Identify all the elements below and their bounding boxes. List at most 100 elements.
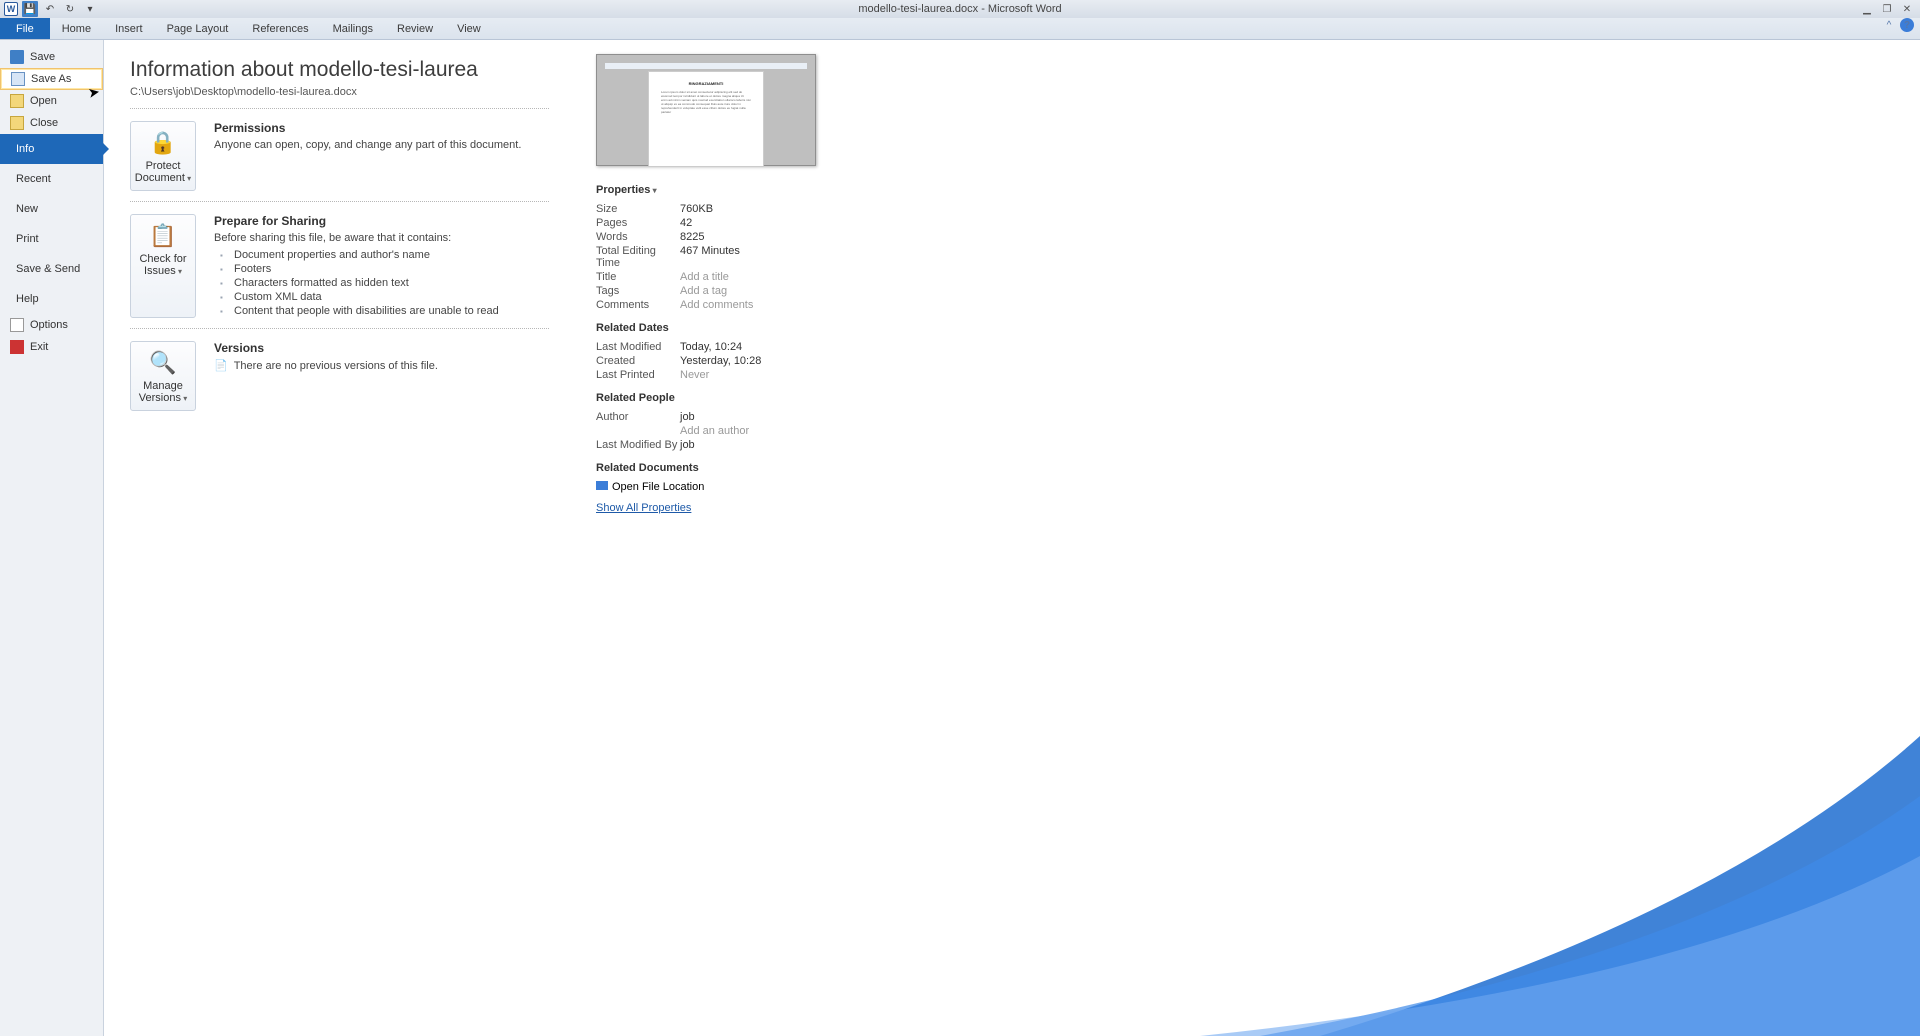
property-row: Add an author	[596, 424, 1920, 438]
versions-section: 🔍 Manage Versions Versions 📄 There are no…	[130, 341, 549, 411]
sidebar-help-label: Help	[16, 293, 39, 305]
show-all-properties-link[interactable]: Show All Properties	[596, 502, 691, 514]
close-icon	[10, 116, 24, 130]
permissions-section: 🔒 Protect Document Permissions Anyone ca…	[130, 121, 549, 191]
property-row: Size760KB	[596, 202, 1920, 216]
title-bar: W 💾 ↶ ↻ ▾ modello-tesi-laurea.docx - Mic…	[0, 0, 1920, 18]
tab-file[interactable]: File	[0, 18, 50, 39]
help-icon[interactable]: ?	[1900, 18, 1914, 32]
save-as-icon	[11, 72, 25, 86]
divider	[130, 201, 549, 202]
list-item: Footers	[218, 262, 499, 276]
property-row: Last PrintedNever	[596, 368, 1920, 382]
prop-value[interactable]: Add comments	[680, 299, 753, 311]
property-row: Last Modified Byjob	[596, 438, 1920, 452]
window-title: modello-tesi-laurea.docx - Microsoft Wor…	[858, 3, 1061, 15]
sidebar-item-help[interactable]: Help	[0, 284, 103, 314]
minimize-button[interactable]: ▁	[1858, 2, 1876, 16]
properties-pane: RINGRAZIAMENTI Lorem ipsum dolor sit ame…	[574, 40, 1920, 1036]
divider	[130, 108, 549, 109]
prop-value: job	[680, 411, 695, 423]
sidebar-info-label: Info	[16, 143, 34, 155]
property-row: Total Editing Time467 Minutes	[596, 244, 1920, 270]
sidebar-item-save[interactable]: Save	[0, 46, 103, 68]
qat-redo-icon[interactable]: ↻	[62, 1, 78, 17]
prop-key: Last Printed	[596, 369, 680, 381]
property-row: Pages42	[596, 216, 1920, 230]
word-app-icon: W	[4, 2, 18, 16]
qat-save-icon[interactable]: 💾	[22, 1, 38, 17]
prop-value[interactable]: Add a title	[680, 271, 729, 283]
manage-versions-label: Manage Versions	[139, 380, 187, 404]
versions-desc: 📄 There are no previous versions of this …	[214, 359, 438, 372]
sidebar-open-label: Open	[30, 95, 57, 107]
sidebar-item-close[interactable]: Close	[0, 112, 103, 134]
sidebar-item-options[interactable]: Options	[0, 314, 103, 336]
sidebar-exit-label: Exit	[30, 341, 48, 353]
quick-access-toolbar: W 💾 ↶ ↻ ▾	[0, 1, 98, 17]
related-documents-header: Related Documents	[596, 462, 1920, 474]
restore-button[interactable]: ❐	[1878, 2, 1896, 16]
save-icon	[10, 50, 24, 64]
sidebar-saveas-label: Save As	[31, 73, 71, 85]
prop-key: Total Editing Time	[596, 245, 680, 269]
prop-value[interactable]: Add a tag	[680, 285, 727, 297]
add-author-link[interactable]: Add an author	[680, 425, 749, 437]
prop-key: Author	[596, 411, 680, 423]
sidebar-item-save-send[interactable]: Save & Send	[0, 254, 103, 284]
divider	[130, 328, 549, 329]
tab-review[interactable]: Review	[385, 18, 445, 39]
list-item: Content that people with disabilities ar…	[218, 304, 499, 318]
sidebar-item-info[interactable]: Info	[0, 134, 103, 164]
sidebar-item-open[interactable]: Open	[0, 90, 103, 112]
list-item: Document properties and author's name	[218, 248, 499, 262]
qat-undo-icon[interactable]: ↶	[42, 1, 58, 17]
properties-header[interactable]: Properties	[596, 184, 1920, 196]
close-window-button[interactable]: ✕	[1898, 2, 1916, 16]
versions-heading: Versions	[214, 341, 438, 355]
prop-value: Yesterday, 10:28	[680, 355, 761, 367]
tab-references[interactable]: References	[240, 18, 320, 39]
property-row: CreatedYesterday, 10:28	[596, 354, 1920, 368]
prop-key: Comments	[596, 299, 680, 311]
sidebar-new-label: New	[16, 203, 38, 215]
list-item: Characters formatted as hidden text	[218, 276, 499, 290]
minimize-ribbon-icon[interactable]: ^	[1882, 18, 1896, 32]
check-issues-button[interactable]: 📋 Check for Issues	[130, 214, 196, 318]
sidebar-item-save-as[interactable]: Save As	[0, 68, 103, 90]
property-row: TitleAdd a title	[596, 270, 1920, 284]
prop-key: Size	[596, 203, 680, 215]
open-icon	[10, 94, 24, 108]
prop-value: 8225	[680, 231, 704, 243]
prepare-sharing-section: 📋 Check for Issues Prepare for Sharing B…	[130, 214, 549, 318]
tab-insert[interactable]: Insert	[103, 18, 155, 39]
sharing-items-list: Document properties and author's name Fo…	[218, 248, 499, 318]
sidebar-item-new[interactable]: New	[0, 194, 103, 224]
sidebar-item-recent[interactable]: Recent	[0, 164, 103, 194]
prop-value[interactable]: Never	[680, 369, 709, 381]
sidebar-item-print[interactable]: Print	[0, 224, 103, 254]
sidebar-item-exit[interactable]: Exit	[0, 336, 103, 358]
check-issues-label: Check for Issues	[139, 253, 186, 277]
tab-view[interactable]: View	[445, 18, 493, 39]
tab-home[interactable]: Home	[50, 18, 103, 39]
sidebar-options-label: Options	[30, 319, 68, 331]
protect-document-button[interactable]: 🔒 Protect Document	[130, 121, 196, 191]
related-dates-header: Related Dates	[596, 322, 1920, 334]
document-icon: 📄	[214, 360, 228, 372]
manage-versions-button[interactable]: 🔍 Manage Versions	[130, 341, 196, 411]
lock-icon: 🔒	[133, 130, 193, 156]
property-row: Words8225	[596, 230, 1920, 244]
versions-icon: 🔍	[133, 350, 193, 376]
prop-value: 760KB	[680, 203, 713, 215]
properties-list: Properties Size760KBPages42Words8225Tota…	[596, 184, 1920, 514]
versions-text: There are no previous versions of this f…	[234, 360, 438, 372]
tab-mailings[interactable]: Mailings	[321, 18, 385, 39]
preview-title: RINGRAZIAMENTI	[661, 82, 751, 86]
sidebar-close-label: Close	[30, 117, 58, 129]
property-row: Last ModifiedToday, 10:24	[596, 340, 1920, 354]
tab-page-layout[interactable]: Page Layout	[155, 18, 241, 39]
prepare-sharing-desc: Before sharing this file, be aware that …	[214, 232, 499, 244]
open-file-location[interactable]: Open File Location	[596, 480, 1920, 494]
qat-customize-icon[interactable]: ▾	[82, 1, 98, 17]
